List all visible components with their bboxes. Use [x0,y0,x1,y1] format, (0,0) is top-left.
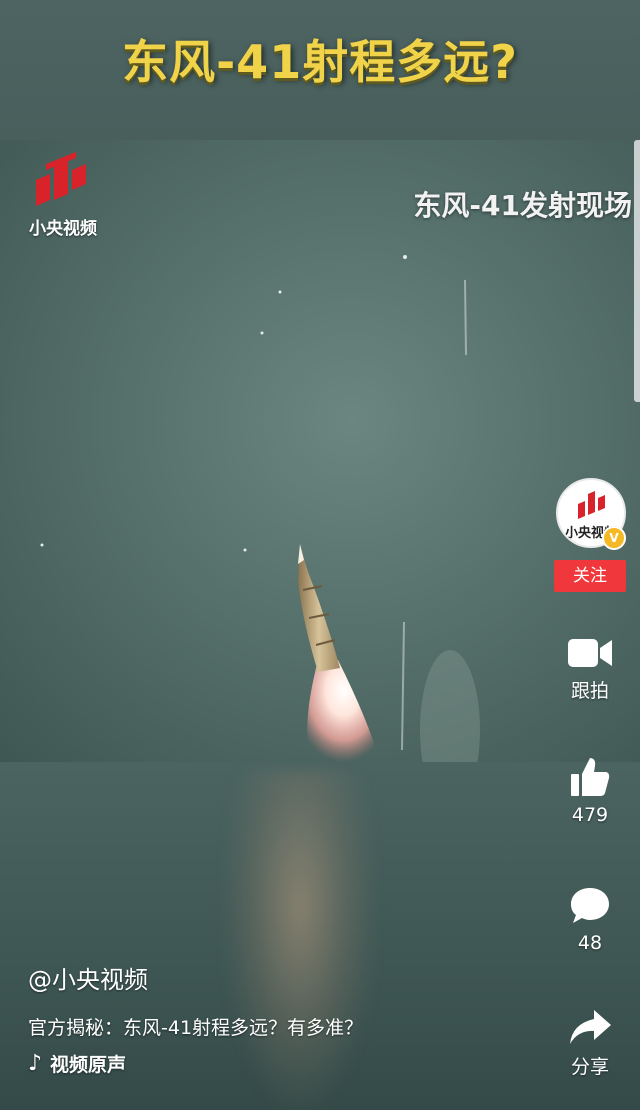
camera-icon [568,639,612,667]
channel-logo: 小央视频 [18,150,108,239]
like-button[interactable]: 479 [540,756,640,826]
thumbs-up-icon [571,758,610,796]
share-icon [570,1010,611,1044]
author-name[interactable]: @小央视频 [28,960,548,995]
video-caption: 东风-41发射现场 [413,189,632,222]
post-description[interactable]: 官方揭秘：东风-41射程多远？有多准？ [28,1013,548,1040]
music-info[interactable]: ♪ 视频原声 [28,1050,548,1077]
logo-text: 小央视频 [29,219,97,239]
music-title: 视频原声 [50,1054,127,1076]
comment-count: 48 [577,932,603,954]
duet-label: 跟拍 [570,680,609,702]
like-count: 479 [571,804,609,826]
logo-mark-icon [36,152,86,206]
comment-button[interactable]: 48 [540,886,640,954]
post-info: @小央视频 官方揭秘：东风-41射程多远？有多准？ ♪ 视频原声 [28,960,548,1077]
share-button[interactable]: 分享 [540,1008,640,1079]
music-note-icon: ♪ [28,1051,43,1076]
comment-icon [571,888,609,923]
drawer-handle[interactable] [634,140,640,402]
share-label: 分享 [570,1056,609,1078]
headline-title: 东风-41射程多远? [122,35,518,89]
verified-badge: V [602,526,626,550]
follow-button[interactable]: 关注 [554,560,626,592]
duet-button[interactable]: 跟拍 [540,636,640,703]
